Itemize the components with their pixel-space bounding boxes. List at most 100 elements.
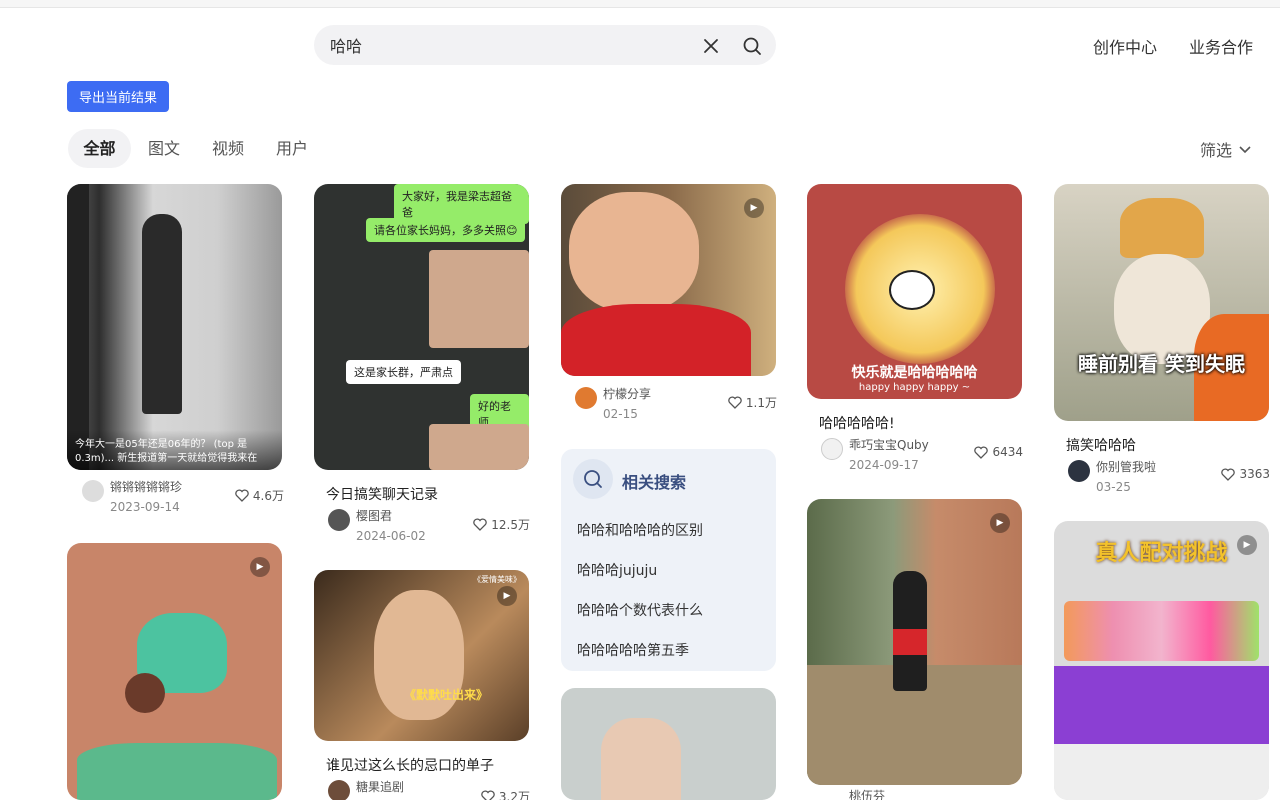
author-name[interactable]: 乖巧宝宝Quby bbox=[849, 436, 929, 453]
post-image[interactable] bbox=[561, 688, 776, 800]
post-meta: 锵锵锵锵锵珍 2023-09-14 4.6万 bbox=[82, 478, 296, 518]
related-searches-title: 相关搜索 bbox=[622, 473, 687, 492]
avatar[interactable] bbox=[82, 480, 104, 502]
post-image[interactable]: 大家好，我是梁志超爸爸 请各位家长妈妈，多多关照😊 这是家长群，严肃点 好的老师 bbox=[314, 184, 529, 470]
like-count[interactable]: 1.1万 bbox=[728, 394, 777, 411]
author-name[interactable]: 糖果追剧 bbox=[356, 778, 404, 795]
heart-icon[interactable] bbox=[235, 489, 249, 502]
avatar[interactable] bbox=[575, 387, 597, 409]
post-meta: 你别管我啦 03-25 3363 bbox=[1068, 458, 1280, 498]
like-value: 1.1万 bbox=[745, 396, 777, 410]
chat-photo bbox=[429, 250, 529, 348]
hand-figure bbox=[601, 718, 681, 800]
post-date: 03-25 bbox=[1096, 480, 1131, 494]
search-icon[interactable] bbox=[741, 35, 763, 57]
related-search-item[interactable]: 哈哈哈jujuju bbox=[577, 560, 657, 580]
tab-all[interactable]: 全部 bbox=[68, 129, 131, 168]
show-tag: 《爱情美味》 bbox=[473, 575, 521, 584]
chat-photo bbox=[429, 424, 529, 470]
tab-users[interactable]: 用户 bbox=[266, 129, 318, 168]
avatar[interactable] bbox=[328, 509, 350, 531]
chat-bubble: 请各位家长妈妈，多多关照😊 bbox=[366, 218, 526, 242]
heart-icon[interactable] bbox=[728, 396, 742, 409]
face-figure bbox=[569, 192, 699, 312]
export-results-button[interactable]: 导出当前结果 bbox=[67, 81, 169, 112]
like-count[interactable]: 12.5万 bbox=[473, 516, 530, 533]
chat-bubble: 这是家长群，严肃点 bbox=[346, 360, 461, 384]
tab-image-text[interactable]: 图文 bbox=[138, 129, 190, 168]
post-meta: 糖果追剧 3.2万 bbox=[328, 778, 542, 800]
related-search-badge bbox=[573, 459, 613, 499]
cartoon-character bbox=[889, 270, 935, 310]
related-search-item[interactable]: 哈哈和哈哈哈的区别 bbox=[577, 520, 703, 540]
people-row bbox=[1064, 601, 1259, 661]
play-icon: ▶ bbox=[990, 513, 1010, 533]
heart-icon[interactable] bbox=[481, 790, 495, 800]
overlay-text: 快乐就是哈哈哈哈哈 bbox=[851, 365, 978, 381]
like-count[interactable]: 4.6万 bbox=[235, 487, 284, 504]
like-count[interactable]: 6434 bbox=[974, 445, 1023, 459]
post-meta: 乖巧宝宝Quby 2024-09-17 6434 bbox=[821, 436, 1035, 476]
like-count[interactable]: 3363 bbox=[1221, 467, 1270, 481]
post-date: 2024-09-17 bbox=[849, 458, 919, 472]
heart-icon[interactable] bbox=[1221, 467, 1236, 481]
leaf-decor bbox=[77, 743, 277, 800]
post-meta: 樱图君 2024-06-02 12.5万 bbox=[328, 507, 542, 547]
like-value: 3363 bbox=[1239, 467, 1270, 481]
like-value: 12.5万 bbox=[491, 518, 530, 532]
red-clothing bbox=[561, 304, 751, 376]
play-icon: ▶ bbox=[497, 586, 517, 606]
overlay-text: 《默默吐出来》 bbox=[404, 688, 489, 702]
photo-board bbox=[1054, 666, 1269, 744]
heart-icon[interactable] bbox=[473, 518, 488, 531]
stage-floor bbox=[1054, 744, 1269, 800]
author-name[interactable]: 柠檬分享 bbox=[603, 385, 651, 402]
avatar[interactable] bbox=[1068, 460, 1090, 482]
post-image[interactable]: 今年大一是05年还是06年的？ (top 是0.3m)... 新生报道第一天就给… bbox=[67, 184, 282, 470]
author-name[interactable]: 樱图君 bbox=[356, 507, 392, 524]
post-title[interactable]: 哈哈哈哈哈! bbox=[819, 413, 895, 433]
post-image[interactable]: ▶ bbox=[807, 499, 1022, 785]
post-image[interactable]: ▶ bbox=[561, 184, 776, 376]
door-frame bbox=[67, 184, 89, 470]
search-input[interactable] bbox=[330, 33, 690, 57]
search-icon bbox=[584, 470, 602, 488]
creator-center-link[interactable]: 创作中心 bbox=[1093, 34, 1157, 58]
related-searches-panel: 相关搜索 哈哈和哈哈哈的区别 哈哈哈jujuju 哈哈哈个数代表什么 哈哈哈哈哈… bbox=[561, 449, 776, 671]
related-search-item[interactable]: 哈哈哈哈哈第五季 bbox=[577, 640, 689, 660]
tab-video[interactable]: 视频 bbox=[202, 129, 254, 168]
overlay-subtext: happy happy happy ~ bbox=[858, 382, 971, 393]
heart-icon[interactable] bbox=[974, 445, 989, 459]
person-figure bbox=[142, 214, 182, 414]
post-image[interactable]: 快乐就是哈哈哈哈哈 happy happy happy ~ bbox=[807, 184, 1022, 399]
post-image[interactable]: 睡前别看 笑到失眠 bbox=[1054, 184, 1269, 421]
author-name[interactable]: 桃伍芬 bbox=[849, 787, 885, 800]
business-link[interactable]: 业务合作 bbox=[1189, 34, 1253, 58]
post-date: 02-15 bbox=[603, 407, 638, 421]
red-shorts bbox=[893, 629, 927, 655]
post-meta: 桃伍芬 bbox=[821, 787, 1035, 800]
filter-label: 筛选 bbox=[1200, 141, 1233, 160]
filter-dropdown[interactable]: 筛选 bbox=[1200, 137, 1252, 161]
clear-icon[interactable] bbox=[700, 35, 722, 57]
like-value: 3.2万 bbox=[498, 790, 530, 800]
browser-top-bar bbox=[0, 0, 1280, 8]
crown-figure bbox=[1120, 198, 1204, 258]
post-date: 2023-09-14 bbox=[110, 500, 180, 514]
play-icon: ▶ bbox=[744, 198, 764, 218]
post-meta: 柠檬分享 02-15 1.1万 bbox=[575, 385, 789, 425]
like-value: 6434 bbox=[992, 445, 1023, 459]
post-image[interactable]: 《爱情美味》 ▶ 《默默吐出来》 bbox=[314, 570, 529, 741]
avatar[interactable] bbox=[821, 438, 843, 460]
post-title[interactable]: 谁见过这么长的忌口的单子 bbox=[326, 755, 494, 775]
avatar[interactable] bbox=[328, 780, 350, 800]
post-title[interactable]: 搞笑哈哈哈 bbox=[1066, 435, 1136, 455]
author-name[interactable]: 锵锵锵锵锵珍 bbox=[110, 478, 182, 495]
post-image[interactable]: ▶ bbox=[67, 543, 282, 800]
like-count[interactable]: 3.2万 bbox=[481, 788, 530, 800]
related-search-item[interactable]: 哈哈哈个数代表什么 bbox=[577, 600, 703, 620]
like-value: 4.6万 bbox=[252, 489, 284, 503]
author-name[interactable]: 你别管我啦 bbox=[1096, 458, 1156, 475]
post-image[interactable]: ▶ 真人配对挑战 bbox=[1054, 521, 1269, 800]
post-title[interactable]: 今日搞笑聊天记录 bbox=[326, 484, 438, 504]
